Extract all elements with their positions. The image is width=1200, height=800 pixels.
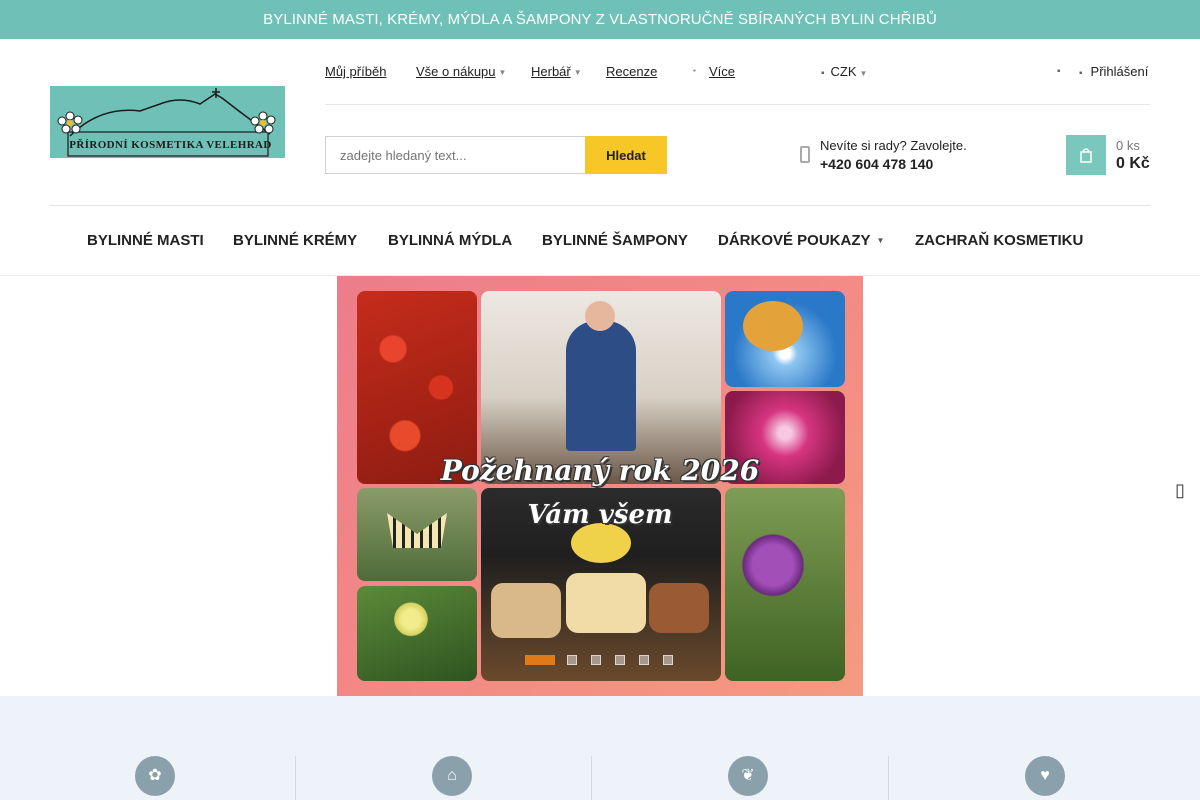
user-icon: ▪ (1079, 68, 1083, 79)
primrose-photo (357, 586, 477, 681)
chevron-down-icon: ▼ (573, 68, 582, 77)
currency-label: CZK (830, 64, 857, 79)
currency-icon: ▪ (821, 68, 825, 79)
topnav-item-muj-pribeh[interactable]: Můj příběh (325, 64, 386, 79)
sky-sun-photo (725, 291, 845, 387)
topnav-item-label: Vše o nákupu (416, 64, 496, 79)
slider-dot-1[interactable] (525, 655, 555, 665)
help-question: Nevíte si rady? Zavolejte. (820, 138, 967, 153)
flower-icon: ✿ (135, 756, 175, 796)
login-link[interactable]: ▪ Přihlášení (1079, 64, 1148, 79)
currency-selector[interactable]: ▪ CZK ▼ (821, 64, 867, 79)
logo-text: PŘÍRODNÍ KOSMETIKA VELEHRAD (69, 139, 272, 151)
divider (888, 756, 889, 800)
cart-price[interactable]: 0 Kč (1116, 155, 1150, 173)
building-icon: ⌂ (432, 756, 472, 796)
divider (50, 205, 1150, 206)
search-button[interactable]: Hledat (585, 136, 667, 174)
main-navigation: BYLINNÉ MASTI BYLINNÉ KRÉMY BYLINNÁ MÝDL… (0, 232, 1200, 252)
topnav-item-herbar[interactable]: Herbář ▼ (531, 64, 582, 79)
mainnav-item-bylinna-mydla[interactable]: BYLINNÁ MÝDLA (388, 232, 512, 249)
shopping-bag-icon (1080, 148, 1092, 163)
login-label: Přihlášení (1090, 64, 1149, 79)
topnav-item-vse-o-nakupu[interactable]: Vše o nákupu ▼ (416, 64, 506, 79)
menu-icon: ▪ (693, 66, 696, 75)
divider (295, 756, 296, 800)
hand-heart-icon: ♥ (1025, 756, 1065, 796)
topnav-item-label: Herbář (531, 64, 571, 79)
cart-quantity[interactable]: 0 ks (1116, 138, 1140, 153)
phone-icon (800, 146, 810, 163)
help-phone-number[interactable]: +420 604 478 140 (820, 156, 933, 172)
slider-dot-5[interactable] (639, 655, 649, 665)
divider (325, 104, 1150, 105)
mainnav-item-darkove-poukazy[interactable]: DÁRKOVÉ POUKAZY ▼ (718, 232, 884, 249)
features-section: ✿ ⌂ ❦ ♥ (0, 696, 1200, 800)
mainnav-item-label: DÁRKOVÉ POUKAZY (718, 232, 871, 249)
topnav-item-recenze[interactable]: Recenze (606, 64, 657, 79)
chevron-down-icon: ▼ (498, 68, 507, 77)
mainnav-item-bylinne-sampony[interactable]: BYLINNÉ ŠAMPONY (542, 232, 688, 249)
banner-title: Požehnaný rok 2026 (440, 454, 760, 487)
herbs-icon: ❦ (728, 756, 768, 796)
slider-dot-6[interactable] (663, 655, 673, 665)
topnav-item-vice[interactable]: Více (709, 64, 735, 79)
top-announcement-bar: BYLINNÉ MASTI, KRÉMY, MÝDLA A ŠAMPONY Z … (0, 0, 1200, 39)
hero-banner-slider[interactable]: Požehnaný rok 2026 Vám všem (337, 276, 863, 696)
logo[interactable]: PŘÍRODNÍ KOSMETIKA VELEHRAD (50, 86, 285, 158)
slider-dot-4[interactable] (615, 655, 625, 665)
chevron-down-icon: ▼ (859, 69, 868, 78)
slider-dot-3[interactable] (591, 655, 601, 665)
mainnav-item-zachran-kosmetiku[interactable]: ZACHRAŇ KOSMETIKU (915, 232, 1083, 249)
search-toggle-icon[interactable]: ▪ (1057, 66, 1061, 77)
search-input[interactable] (325, 136, 586, 174)
slider-dot-2[interactable] (567, 655, 577, 665)
cart-button[interactable] (1066, 135, 1106, 175)
chevron-down-icon: ▼ (876, 236, 885, 245)
slider-next-icon[interactable]: ▯ (1172, 480, 1188, 500)
banner-subtitle: Vám všem (527, 500, 673, 530)
divider (591, 756, 592, 800)
mainnav-item-bylinne-masti[interactable]: BYLINNÉ MASTI (87, 232, 204, 249)
mainnav-item-bylinne-kremy[interactable]: BYLINNÉ KRÉMY (233, 232, 357, 249)
